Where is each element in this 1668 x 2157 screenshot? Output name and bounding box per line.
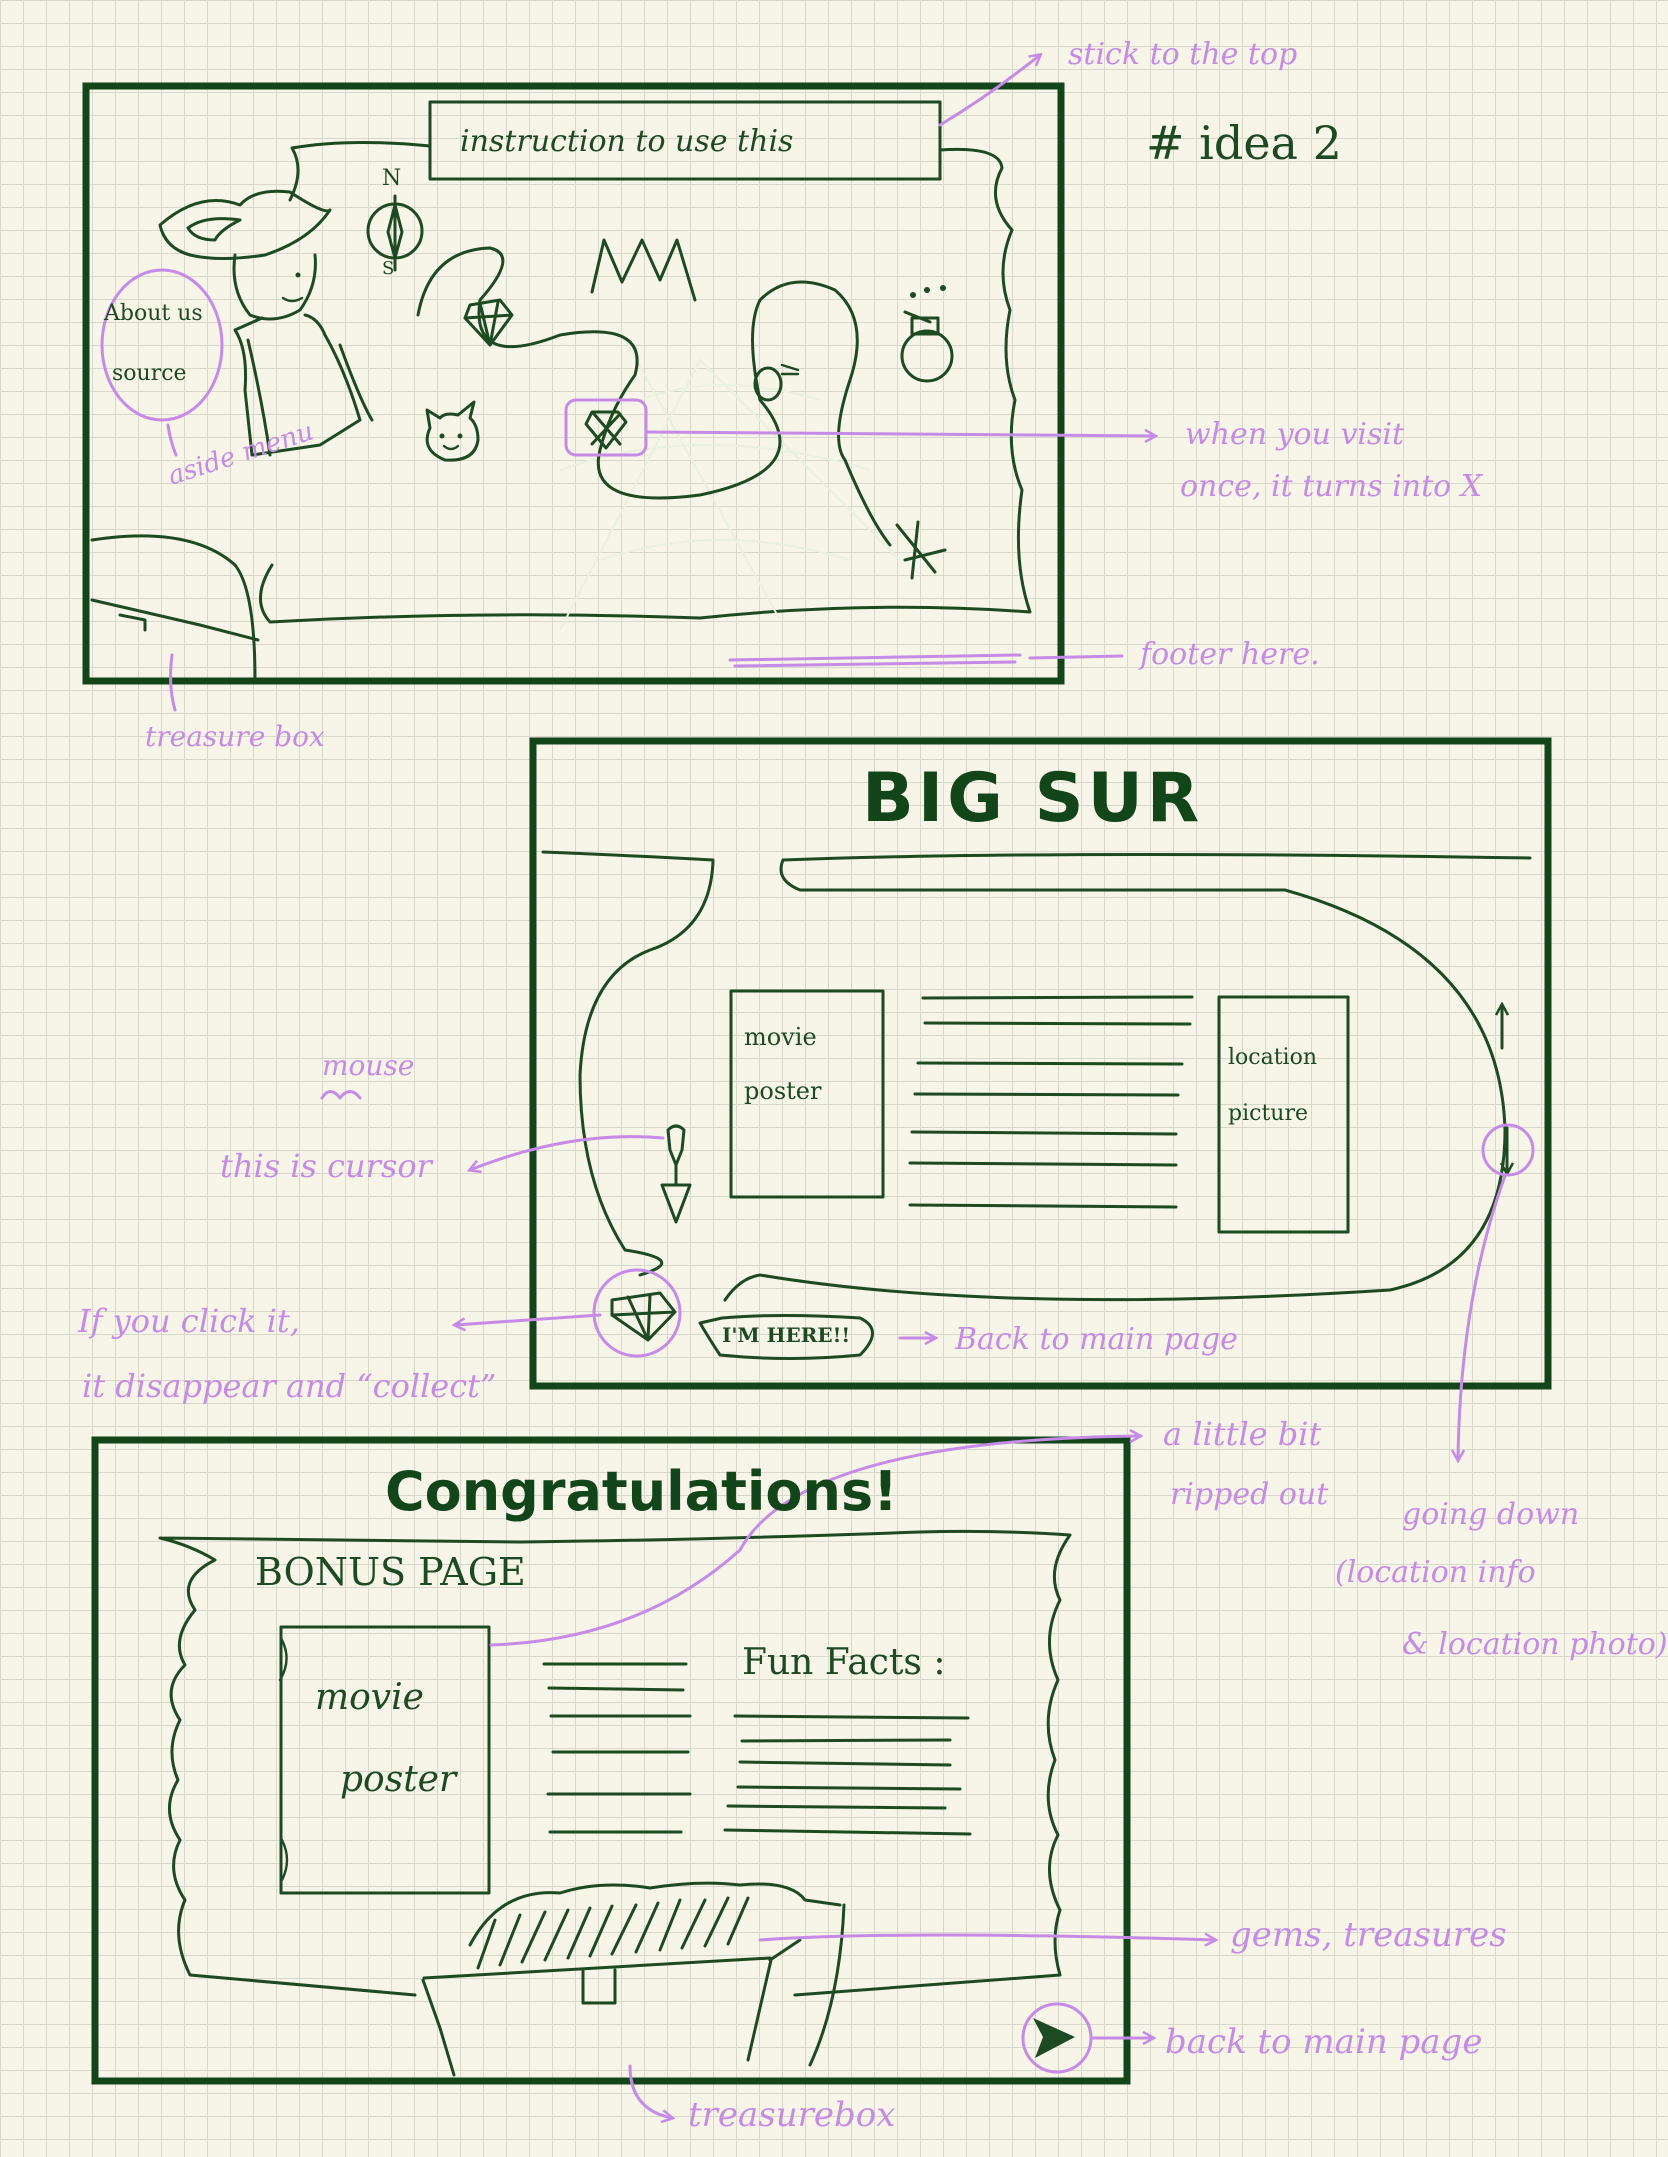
ann-going-down-1: going down: [1402, 1497, 1580, 1532]
bonus-page-label: BONUS PAGE: [255, 1550, 526, 1594]
panel-3-frame: [91, 1436, 1131, 2085]
cursor-arrow: [470, 1135, 665, 1170]
aside-source-link[interactable]: source: [112, 363, 187, 385]
treasure-box-corner[interactable]: [90, 534, 260, 682]
collectible-gem-icon: [610, 1291, 677, 1342]
aside-about-link[interactable]: About us: [104, 303, 203, 325]
ann-ripped-line2: ripped out: [1170, 1477, 1329, 1512]
torn-paper: [158, 1529, 1072, 1997]
ann-visit-line2: once, it turns into X: [1180, 469, 1483, 504]
idea-label: # idea 2: [1146, 116, 1342, 170]
ann-treasurebox: treasurebox: [688, 2095, 896, 2135]
treasure-chest-icon[interactable]: [421, 1881, 846, 2077]
ann-click-line2: it disappear and “collect”: [82, 1367, 497, 1405]
panel-1-frame: [82, 82, 1065, 685]
cat-icon: [425, 400, 480, 462]
info-text-lines: [908, 995, 1194, 1209]
fun-facts-lines: [723, 1714, 972, 1836]
ann-back-main-2: Back to main page: [955, 1322, 1238, 1357]
ann-going-down-3: & location photo): [1402, 1627, 1668, 1662]
footer-lines: [728, 653, 1022, 668]
panel-3-bonus-page: [91, 1436, 1215, 2118]
gems-arrow: [758, 1935, 1215, 1940]
ann-ripped-line1: a little bit: [1163, 1415, 1322, 1453]
aside-menu-pointer: [166, 423, 178, 457]
panel-2-location-page: [320, 737, 1552, 1460]
treasurebox-arrow: [628, 2064, 672, 2118]
aside-menu-highlight[interactable]: [100, 268, 224, 422]
map-trail-path: [416, 246, 892, 547]
bonus-poster-line1: movie: [315, 1677, 424, 1718]
compass-n-label: N: [382, 166, 402, 191]
mouse-pointer: [320, 1090, 362, 1100]
down-arrow-long: [1458, 1174, 1507, 1460]
fun-facts-label: Fun Facts :: [742, 1642, 946, 1683]
ann-cursor: this is cursor: [220, 1147, 432, 1185]
ann-footer: footer here.: [1140, 637, 1320, 672]
ann-going-down-2: (location info: [1335, 1555, 1536, 1590]
sticky-arrow: [938, 55, 1040, 127]
loop-trail-path: [578, 858, 1507, 1302]
im-here-label[interactable]: I'M HERE!!: [722, 1325, 850, 1345]
location-picture-label: location picture: [1228, 1045, 1318, 1126]
ann-treasure-box: treasure box: [145, 720, 325, 753]
congrats-title: Congratulations!: [385, 1460, 898, 1523]
ann-gems: gems, treasures: [1230, 1915, 1507, 1955]
shovel-cursor-icon[interactable]: [660, 1124, 692, 1224]
potion-icon: [900, 310, 954, 383]
click-arrow: [455, 1313, 602, 1325]
ann-back-main-3: back to main page: [1165, 2022, 1483, 2062]
back-arrow-icon[interactable]: [1033, 2018, 1075, 2058]
location-title: BIG SUR: [862, 759, 1204, 838]
gem-icon: [463, 298, 514, 347]
bonus-text-lines: [542, 1662, 692, 1834]
x-mark-icon: [895, 520, 947, 580]
instruction-banner-label[interactable]: instruction to use this: [460, 127, 793, 157]
ann-mouse: mouse: [322, 1049, 415, 1082]
shell-icon: [753, 363, 800, 402]
visited-gem-icon: [584, 410, 628, 450]
mountain-icon: [590, 238, 697, 302]
dots-icon: [910, 285, 946, 298]
movie-poster-label: movie poster: [744, 1023, 822, 1105]
visit-arrow: [646, 432, 1155, 436]
footer-pointer: [1028, 654, 1124, 660]
ann-click-line1: If you click it,: [78, 1302, 300, 1340]
compass-icon: [366, 194, 424, 272]
map-faint-web: [559, 329, 901, 631]
compass-s-label: S: [382, 258, 395, 279]
header-line: [541, 850, 1532, 862]
ann-stick-top: stick to the top: [1068, 37, 1298, 72]
ann-visit-line1: when you visit: [1185, 417, 1405, 452]
bonus-poster-line2: poster: [340, 1759, 457, 1800]
